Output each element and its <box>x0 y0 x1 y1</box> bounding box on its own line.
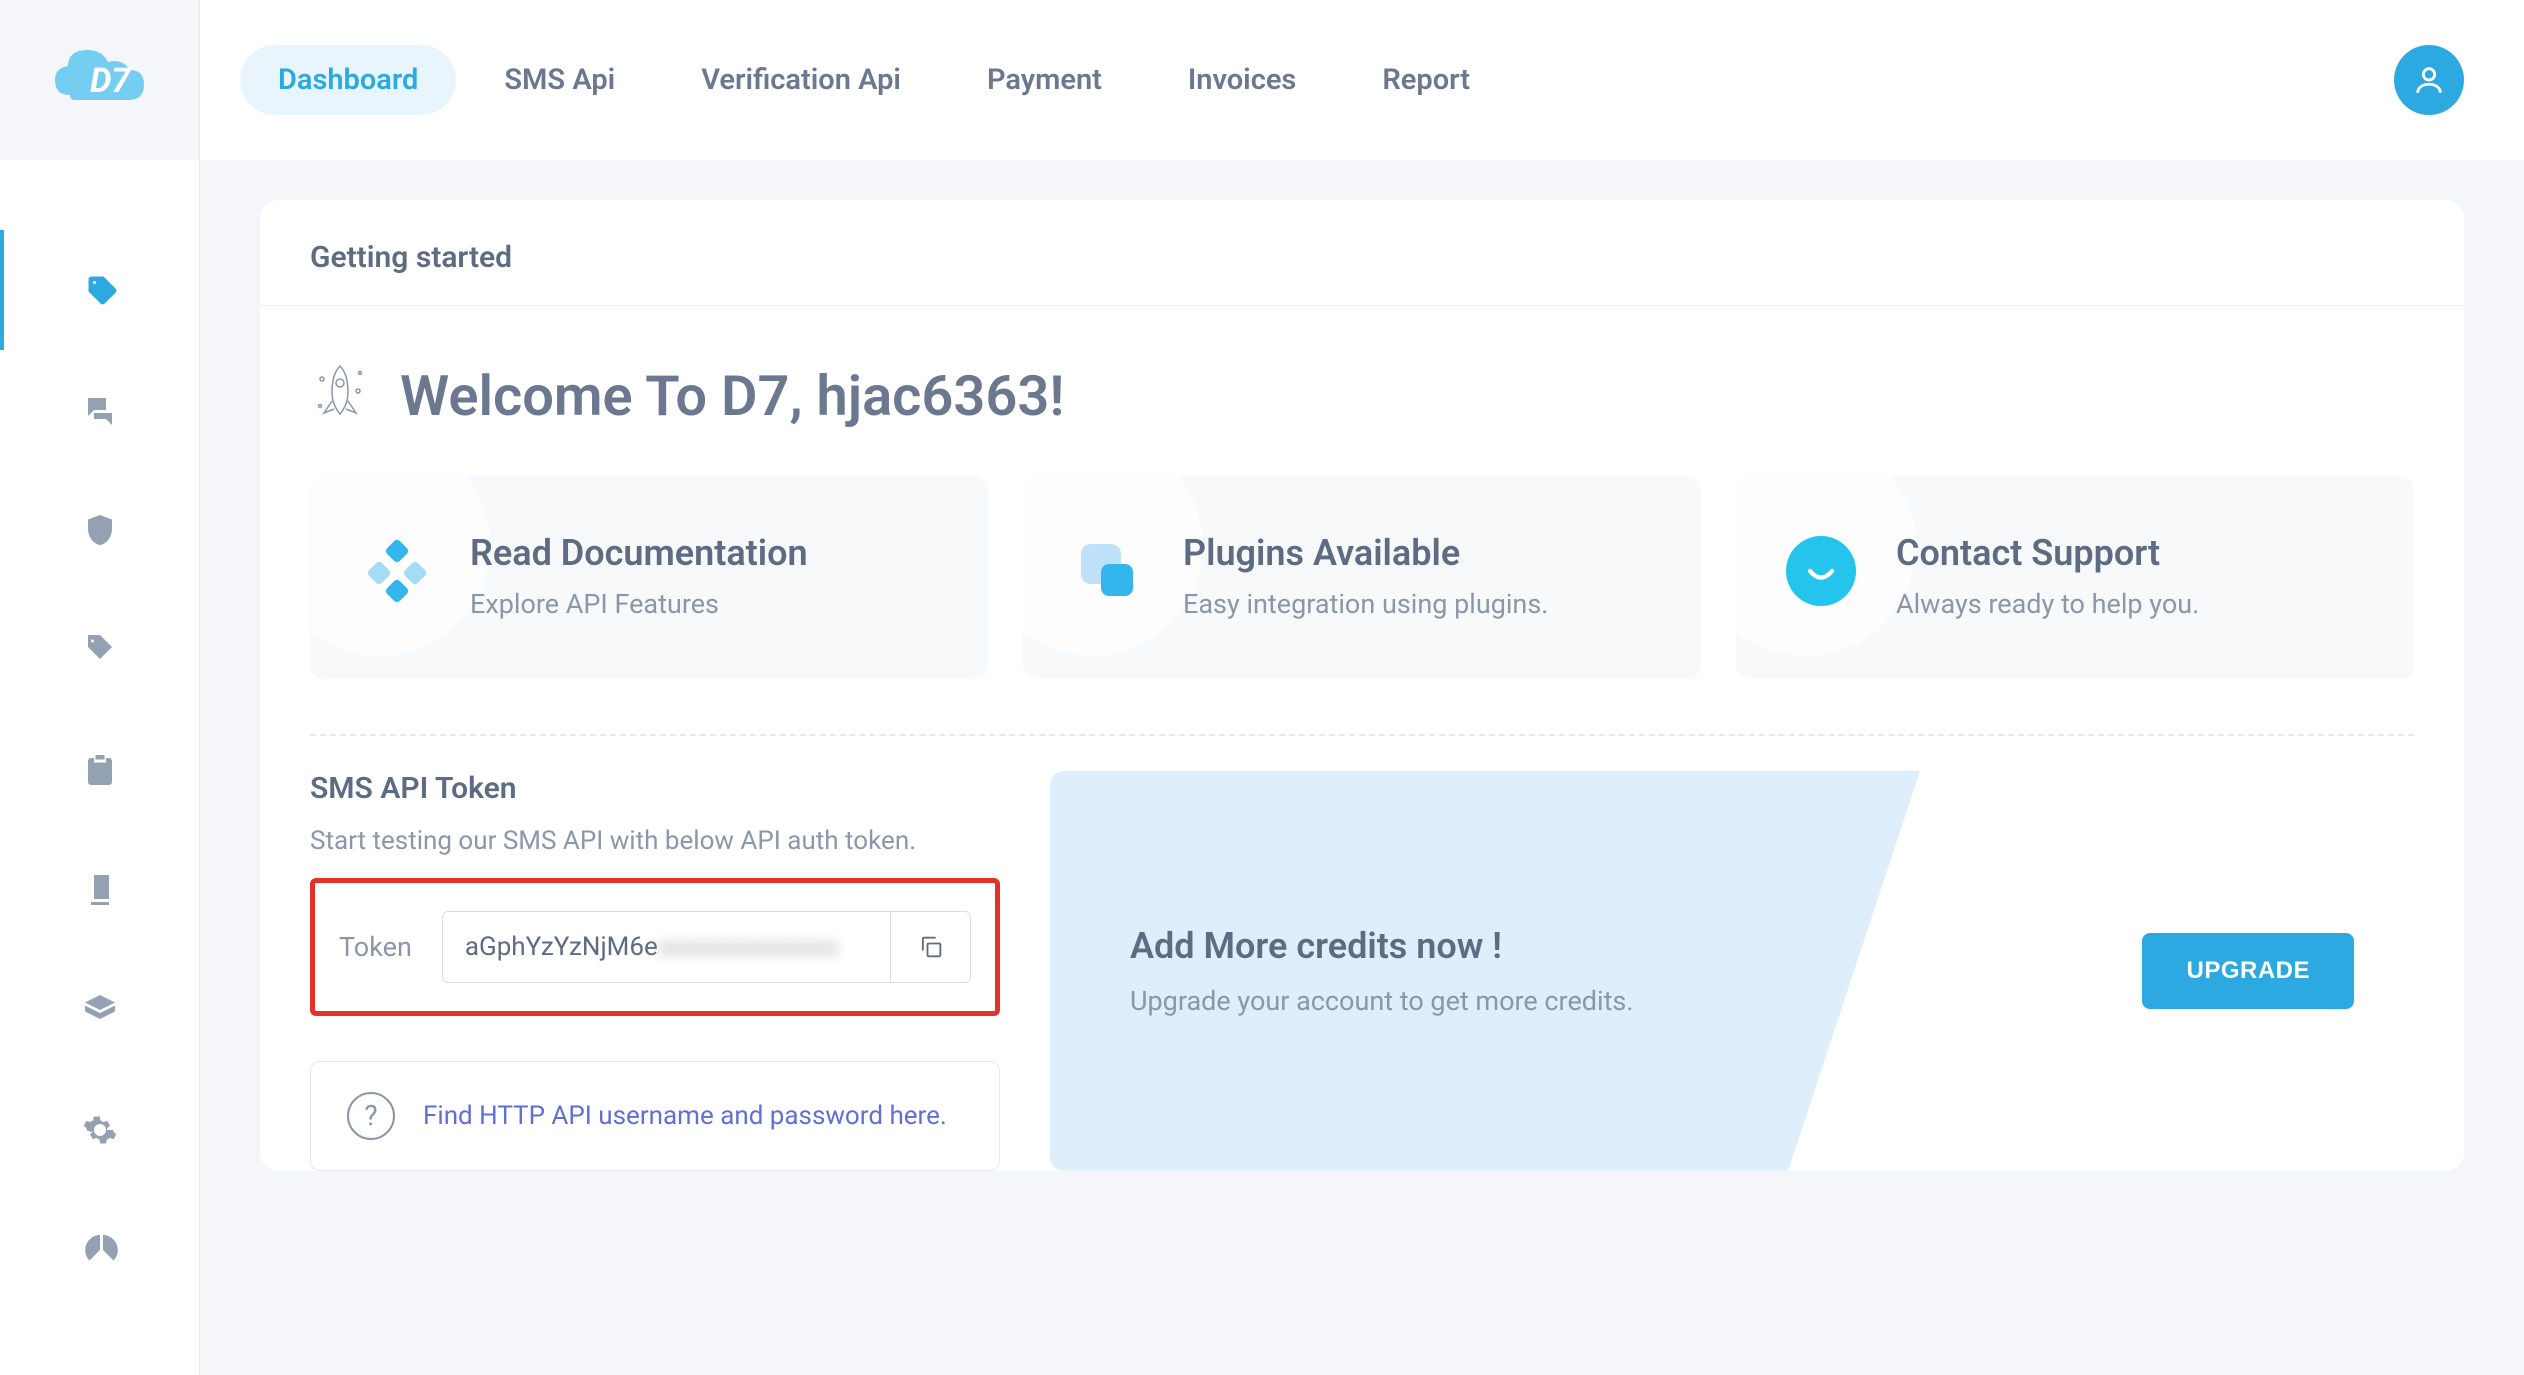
documents-icon <box>82 872 118 908</box>
sidebar: D7 <box>0 0 200 1375</box>
card-desc: Always ready to help you. <box>1896 586 2199 624</box>
credits-desc: Upgrade your account to get more credits… <box>1130 985 1633 1017</box>
http-api-hint: ? Find HTTP API username and password he… <box>310 1061 1000 1171</box>
pie-icon <box>82 1232 118 1268</box>
nav-tabs: Dashboard SMS Api Verification Api Payme… <box>240 45 1508 115</box>
copy-token-button[interactable] <box>890 912 970 982</box>
sidebar-item-dashboard[interactable] <box>0 230 199 350</box>
sidebar-item-docs[interactable] <box>0 830 199 950</box>
tab-dashboard[interactable]: Dashboard <box>240 45 456 115</box>
welcome-row: Welcome To D7, hjac6363! <box>260 306 2464 476</box>
d7-logo-icon: D7 <box>40 30 160 130</box>
credits-section: Add More credits now ! Upgrade your acco… <box>1050 771 2414 1171</box>
content: Getting started Welcome To D7, hjac6363! <box>200 160 2524 1375</box>
logo[interactable]: D7 <box>0 0 199 160</box>
token-value[interactable]: aGphYzYzNjM6exxxxxxxxxxxxxx <box>443 912 890 982</box>
sidebar-item-settings[interactable] <box>0 1070 199 1190</box>
sidebar-item-pricing[interactable] <box>0 590 199 710</box>
layers-icon <box>82 992 118 1028</box>
gear-icon <box>82 1112 118 1148</box>
getting-started-title: Getting started <box>310 240 2414 275</box>
token-section: SMS API Token Start testing our SMS API … <box>310 771 1000 1171</box>
plugins-icon <box>1073 536 1143 606</box>
upgrade-button[interactable]: UPGRADE <box>2142 933 2354 1009</box>
diamond-icon <box>360 536 430 606</box>
token-input-group: aGphYzYzNjM6exxxxxxxxxxxxxx <box>442 911 971 983</box>
credits-title: Add More credits now ! <box>1130 925 1633 967</box>
token-label: Token <box>339 931 412 963</box>
welcome-heading: Welcome To D7, hjac6363! <box>400 363 1064 429</box>
rocket-icon <box>310 361 370 431</box>
profile-button[interactable] <box>2394 45 2464 115</box>
sidebar-item-messages[interactable] <box>0 350 199 470</box>
card-title: Plugins Available <box>1183 531 1548 576</box>
sidebar-nav <box>0 160 199 1310</box>
card-desc: Explore API Features <box>470 586 808 624</box>
lower-row: SMS API Token Start testing our SMS API … <box>260 736 2464 1171</box>
card-documentation[interactable]: Read Documentation Explore API Features <box>310 476 988 679</box>
question-icon: ? <box>347 1092 395 1140</box>
sidebar-item-billing[interactable] <box>0 710 199 830</box>
tab-payment[interactable]: Payment <box>949 45 1140 115</box>
token-subtext: Start testing our SMS API with below API… <box>310 826 1000 856</box>
card-support[interactable]: Contact Support Always ready to help you… <box>1736 476 2414 679</box>
tab-report[interactable]: Report <box>1344 45 1508 115</box>
copy-icon <box>917 933 945 961</box>
http-api-link[interactable]: Find HTTP API username and password here… <box>423 1098 947 1134</box>
dashboard-panel: Getting started Welcome To D7, hjac6363! <box>260 200 2464 1171</box>
tags-icon <box>84 272 120 308</box>
shield-icon <box>82 512 118 548</box>
sidebar-item-analytics[interactable] <box>0 1190 199 1310</box>
tab-sms-api[interactable]: SMS Api <box>466 45 653 115</box>
topbar: Dashboard SMS Api Verification Api Payme… <box>200 0 2524 160</box>
tab-verification-api[interactable]: Verification Api <box>663 45 939 115</box>
chat-icon <box>82 392 118 428</box>
svg-text:D7: D7 <box>90 61 131 101</box>
sidebar-item-layers[interactable] <box>0 950 199 1070</box>
cards-row: Read Documentation Explore API Features <box>260 476 2464 734</box>
clipboard-icon <box>82 752 118 788</box>
token-highlight-box: Token aGphYzYzNjM6exxxxxxxxxxxxxx <box>310 878 1000 1016</box>
price-tag-icon <box>82 632 118 668</box>
token-heading: SMS API Token <box>310 771 1000 806</box>
sidebar-item-verification[interactable] <box>0 470 199 590</box>
smile-icon <box>1786 536 1856 606</box>
user-icon <box>2412 63 2446 97</box>
card-title: Read Documentation <box>470 531 808 576</box>
panel-header: Getting started <box>260 200 2464 306</box>
card-title: Contact Support <box>1896 531 2199 576</box>
card-desc: Easy integration using plugins. <box>1183 586 1548 624</box>
main: Dashboard SMS Api Verification Api Payme… <box>200 0 2524 1375</box>
card-plugins[interactable]: Plugins Available Easy integration using… <box>1023 476 1701 679</box>
tab-invoices[interactable]: Invoices <box>1150 45 1334 115</box>
